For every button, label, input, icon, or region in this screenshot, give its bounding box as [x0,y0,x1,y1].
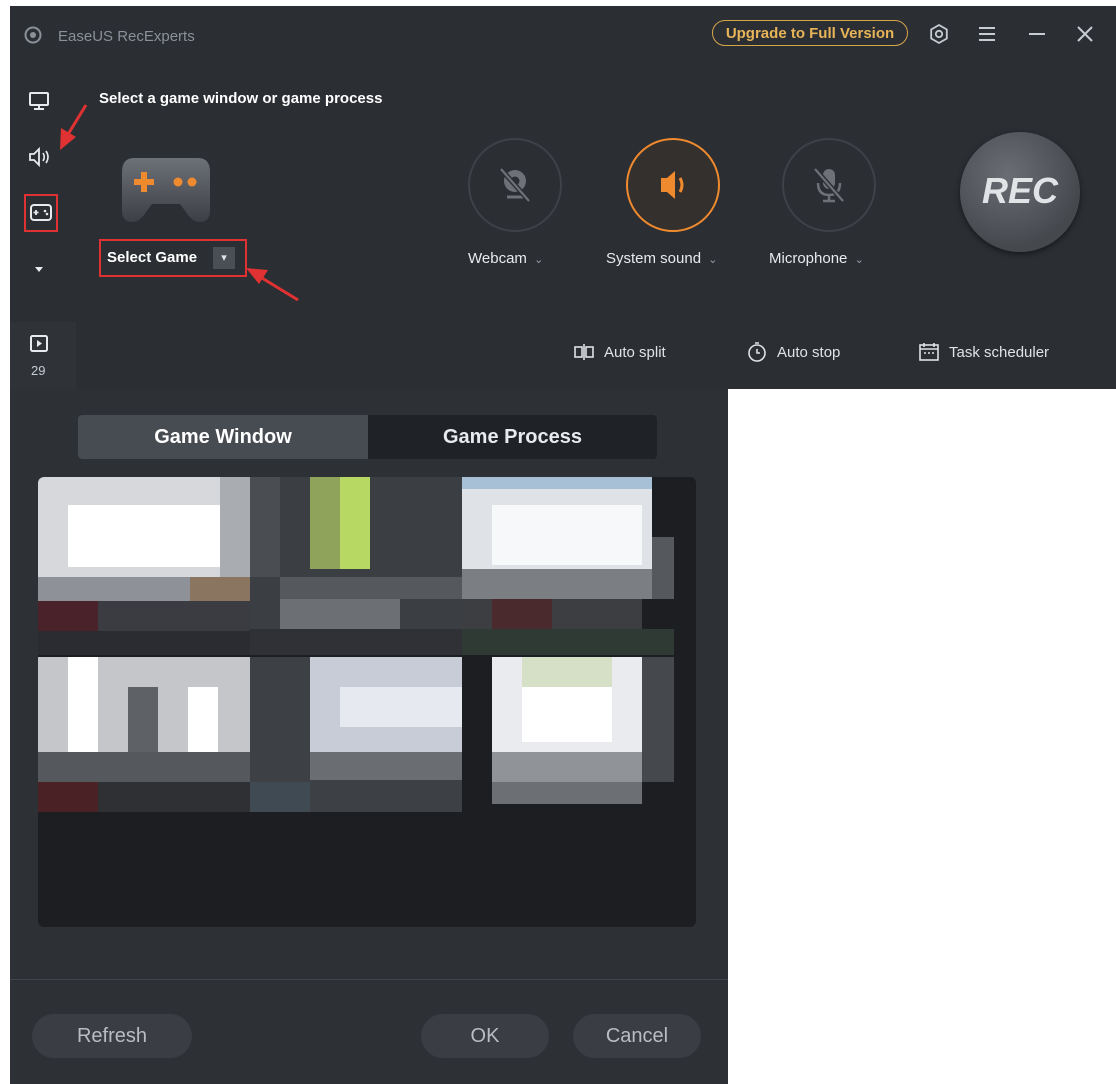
gamepad-icon [30,204,52,221]
video-folder-icon[interactable] [26,330,52,356]
dialog-divider [10,979,728,980]
rec-button[interactable]: REC [960,132,1080,252]
system-sound-toggle[interactable] [626,138,720,232]
menu-icon[interactable] [976,23,998,45]
instruction-text: Select a game window or game process [99,90,383,107]
split-icon [574,344,594,360]
microphone-label-text: Microphone [769,250,848,267]
audio-icon[interactable] [26,144,52,170]
system-sound-label[interactable]: System sound ⌄ [606,250,718,267]
game-window-thumbnail[interactable] [38,477,250,655]
monitor-icon[interactable] [26,88,52,114]
webcam-chevron-icon[interactable]: ⌄ [531,254,543,266]
minimize-icon[interactable] [1026,23,1048,45]
app-title: EaseUS RecExperts [58,28,195,45]
webcam-off-icon [499,167,531,203]
select-game-dialog: Game Window Game Process Refresh OK Canc… [10,389,728,1084]
game-mode-selected[interactable] [24,194,58,232]
upgrade-button[interactable]: Upgrade to Full Version [712,20,908,46]
speaker-icon [661,171,684,199]
ok-button[interactable]: OK [421,1014,549,1058]
app-logo-icon [24,26,42,44]
dialog-tabs: Game Window Game Process [78,415,657,459]
game-window-thumbnail[interactable] [462,657,674,812]
auto-stop-label: Auto stop [777,343,841,361]
select-game-dropdown[interactable]: Select Game ▾ [99,239,247,277]
microphone-chevron-icon[interactable]: ⌄ [852,254,864,266]
webcam-label-text: Webcam [468,250,527,267]
game-window-thumbnail[interactable] [250,657,462,812]
microphone-off-icon [813,167,845,203]
dropdown-arrow-icon[interactable] [26,256,52,282]
settings-icon[interactable] [928,23,950,45]
recorder-window: EaseUS RecExperts Upgrade to Full Versio… [10,6,1116,389]
auto-split-label: Auto split [604,343,666,361]
refresh-button[interactable]: Refresh [32,1014,192,1058]
webcam-toggle[interactable] [468,138,562,232]
auto-split-button[interactable]: Auto split [573,341,666,363]
game-window-list [38,477,696,927]
microphone-toggle[interactable] [782,138,876,232]
game-window-thumbnail[interactable] [462,477,674,655]
cancel-button[interactable]: Cancel [573,1014,701,1058]
auto-stop-button[interactable]: Auto stop [746,341,840,363]
task-scheduler-button[interactable]: Task scheduler [918,341,1049,363]
timer-icon [748,342,766,362]
calendar-icon [919,343,939,361]
system-sound-label-text: System sound [606,250,702,267]
webcam-label[interactable]: Webcam ⌄ [468,250,543,267]
task-scheduler-label: Task scheduler [949,343,1050,361]
microphone-label[interactable]: Microphone ⌄ [769,250,864,267]
close-icon[interactable] [1074,23,1096,45]
rec-label: REC [981,170,1058,211]
tab-game-process[interactable]: Game Process [368,415,657,459]
tab-game-window[interactable]: Game Window [78,415,368,459]
system-sound-chevron-icon[interactable]: ⌄ [705,254,717,266]
game-window-thumbnail[interactable] [250,477,462,655]
game-window-thumbnail[interactable] [38,657,250,812]
media-count: 29 [31,363,46,378]
chevron-down-icon: ▾ [213,247,235,269]
game-controller-icon [122,158,210,222]
title-bar: EaseUS RecExperts Upgrade to Full Versio… [10,6,1116,62]
select-game-label: Select Game [107,249,198,266]
